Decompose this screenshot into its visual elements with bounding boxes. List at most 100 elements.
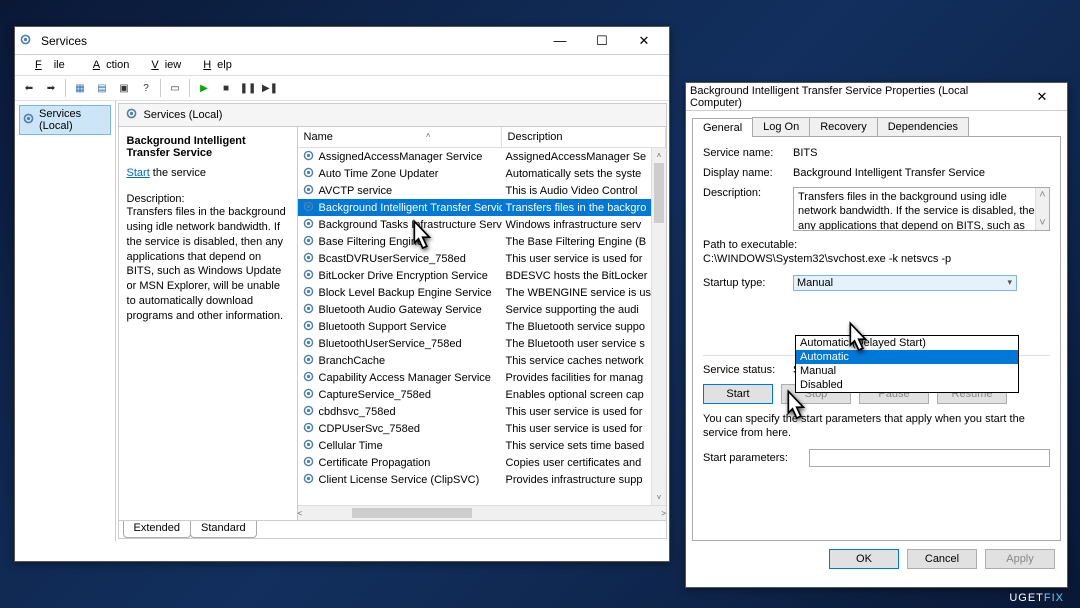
desc-scrollbar[interactable]: ˄˅ [1035,188,1049,230]
row-name: Cellular Time [319,440,383,452]
start-button[interactable]: Start [703,384,773,404]
value-path: C:\WINDOWS\System32\svchost.exe -k netsv… [703,253,1050,265]
tab-recovery[interactable]: Recovery [809,117,877,136]
row-name: Background Intelligent Transfer Service [319,202,502,214]
titlebar[interactable]: Services — ☐ ✕ [15,27,669,55]
row-name: BranchCache [319,355,386,367]
table-row[interactable]: Capability Access Manager ServiceProvide… [298,369,651,386]
tabstrip: General Log On Recovery Dependencies [692,117,1061,137]
start-service-link[interactable]: Start [127,167,150,179]
maximize-button[interactable]: ☐ [581,27,623,54]
props-close-button[interactable]: ✕ [1021,83,1063,110]
table-row[interactable]: Client License Service (ClipSVC)Provides… [298,471,651,488]
scroll-thumb[interactable] [654,163,664,223]
hscroll-thumb[interactable] [352,508,472,518]
dropdown-option[interactable]: Automatic (Delayed Start) [796,336,1018,350]
table-row[interactable]: BluetoothUserService_758edThe Bluetooth … [298,335,651,352]
gear-icon [302,455,315,471]
props-titlebar[interactable]: Background Intelligent Transfer Service … [686,83,1067,111]
minimize-button[interactable]: — [539,27,581,54]
table-row[interactable]: Background Intelligent Transfer ServiceT… [298,199,651,216]
tab-dependencies[interactable]: Dependencies [877,117,969,136]
table-row[interactable]: Auto Time Zone UpdaterAutomatically sets… [298,165,651,182]
properties-button[interactable]: ▭ [165,78,185,98]
pause-button[interactable]: ❚❚ [238,78,258,98]
apply-button[interactable]: Apply [985,549,1055,569]
horizontal-scrollbar[interactable]: ˂ ˃ [298,505,666,520]
gear-icon [302,472,315,488]
startup-type-select[interactable]: Manual [793,275,1017,291]
ok-button[interactable]: OK [829,549,899,569]
scroll-up-icon[interactable]: ˄ [652,148,666,163]
start-params-input[interactable] [809,449,1050,467]
menu-file[interactable]: File [23,57,77,73]
table-row[interactable]: CDPUserSvc_758edThis user service is use… [298,420,651,437]
services-icon [19,33,35,49]
show-hide-button[interactable]: ▤ [92,78,112,98]
close-button[interactable]: ✕ [623,27,665,54]
scroll-left-icon[interactable]: ˂ [298,506,303,520]
table-row[interactable]: Bluetooth Support ServiceThe Bluetooth s… [298,318,651,335]
cancel-button[interactable]: Cancel [907,549,977,569]
service-list: Name˄ Description AssignedAccessManager … [297,127,666,520]
row-name: CaptureService_758ed [319,389,432,401]
toolbar: ⬅ ➡ ▦ ▤ ▣ ? ▭ ▶ ■ ❚❚ ▶❚ [15,75,669,101]
menu-help[interactable]: Help [191,57,238,73]
dropdown-option[interactable]: Automatic [796,350,1018,364]
gear-icon [302,421,315,437]
refresh-button[interactable]: ? [136,78,156,98]
window-title: Services [41,34,539,48]
table-row[interactable]: AssignedAccessManager ServiceAssignedAcc… [298,148,651,165]
watermark: UGETFIX [1009,588,1064,604]
value-service-name: BITS [793,147,1050,159]
table-row[interactable]: Background Tasks Infrastructure ServiceW… [298,216,651,233]
table-row[interactable]: BranchCacheThis service caches network [298,352,651,369]
table-row[interactable]: Base Filtering EngineThe Base Filtering … [298,233,651,250]
table-row[interactable]: BcastDVRUserService_758edThis user servi… [298,250,651,267]
label-start-params: Start parameters: [703,452,803,464]
forward-button[interactable]: ➡ [41,78,61,98]
menu-action[interactable]: Action [81,57,136,73]
help-text: You can specify the start parameters tha… [703,412,1050,441]
list-rows[interactable]: AssignedAccessManager ServiceAssignedAcc… [298,148,651,505]
table-row[interactable]: Bluetooth Audio Gateway ServiceService s… [298,301,651,318]
tab-standard[interactable]: Standard [190,521,257,538]
gear-icon [125,107,138,123]
table-row[interactable]: AVCTP serviceThis is Audio Video Control [298,182,651,199]
stop-button[interactable]: ■ [216,78,236,98]
menu-view[interactable]: View [139,57,187,73]
row-name: BluetoothUserService_758ed [319,338,462,350]
label-startup-type: Startup type: [703,277,793,289]
export-button[interactable]: ▣ [114,78,134,98]
gear-icon [302,404,315,420]
table-row[interactable]: CaptureService_758edEnables optional scr… [298,386,651,403]
tab-logon[interactable]: Log On [752,117,810,136]
table-row[interactable]: BitLocker Drive Encryption ServiceBDESVC… [298,267,651,284]
table-row[interactable]: Block Level Backup Engine ServiceThe WBE… [298,284,651,301]
column-description[interactable]: Description [502,127,666,147]
dropdown-option[interactable]: Disabled [796,378,1018,392]
restart-button[interactable]: ▶❚ [260,78,280,98]
play-button[interactable]: ▶ [194,78,214,98]
table-row[interactable]: Certificate PropagationCopies user certi… [298,454,651,471]
column-name[interactable]: Name˄ [298,127,502,147]
table-row[interactable]: cbdhsvc_758edThis user service is used f… [298,403,651,420]
row-desc: The Bluetooth service suppo [502,321,651,333]
table-row[interactable]: Cellular TimeThis service sets time base… [298,437,651,454]
vertical-scrollbar[interactable]: ˄ ˅ [651,148,666,505]
gear-icon [302,336,315,352]
up-button[interactable]: ▦ [70,78,90,98]
gear-icon [302,353,315,369]
row-name: AVCTP service [319,185,393,197]
sidebar-item-services-local[interactable]: Services (Local) [19,105,111,135]
tab-general[interactable]: General [692,118,753,137]
dropdown-option[interactable]: Manual [796,364,1018,378]
row-desc: Transfers files in the backgro [502,202,651,214]
label-display-name: Display name: [703,167,793,179]
scroll-down-icon[interactable]: ˅ [652,490,666,505]
back-button[interactable]: ⬅ [19,78,39,98]
scroll-right-icon[interactable]: ˃ [661,506,666,520]
row-name: Capability Access Manager Service [319,372,491,384]
row-desc: Windows infrastructure serv [502,219,651,231]
tab-extended[interactable]: Extended [123,521,191,538]
